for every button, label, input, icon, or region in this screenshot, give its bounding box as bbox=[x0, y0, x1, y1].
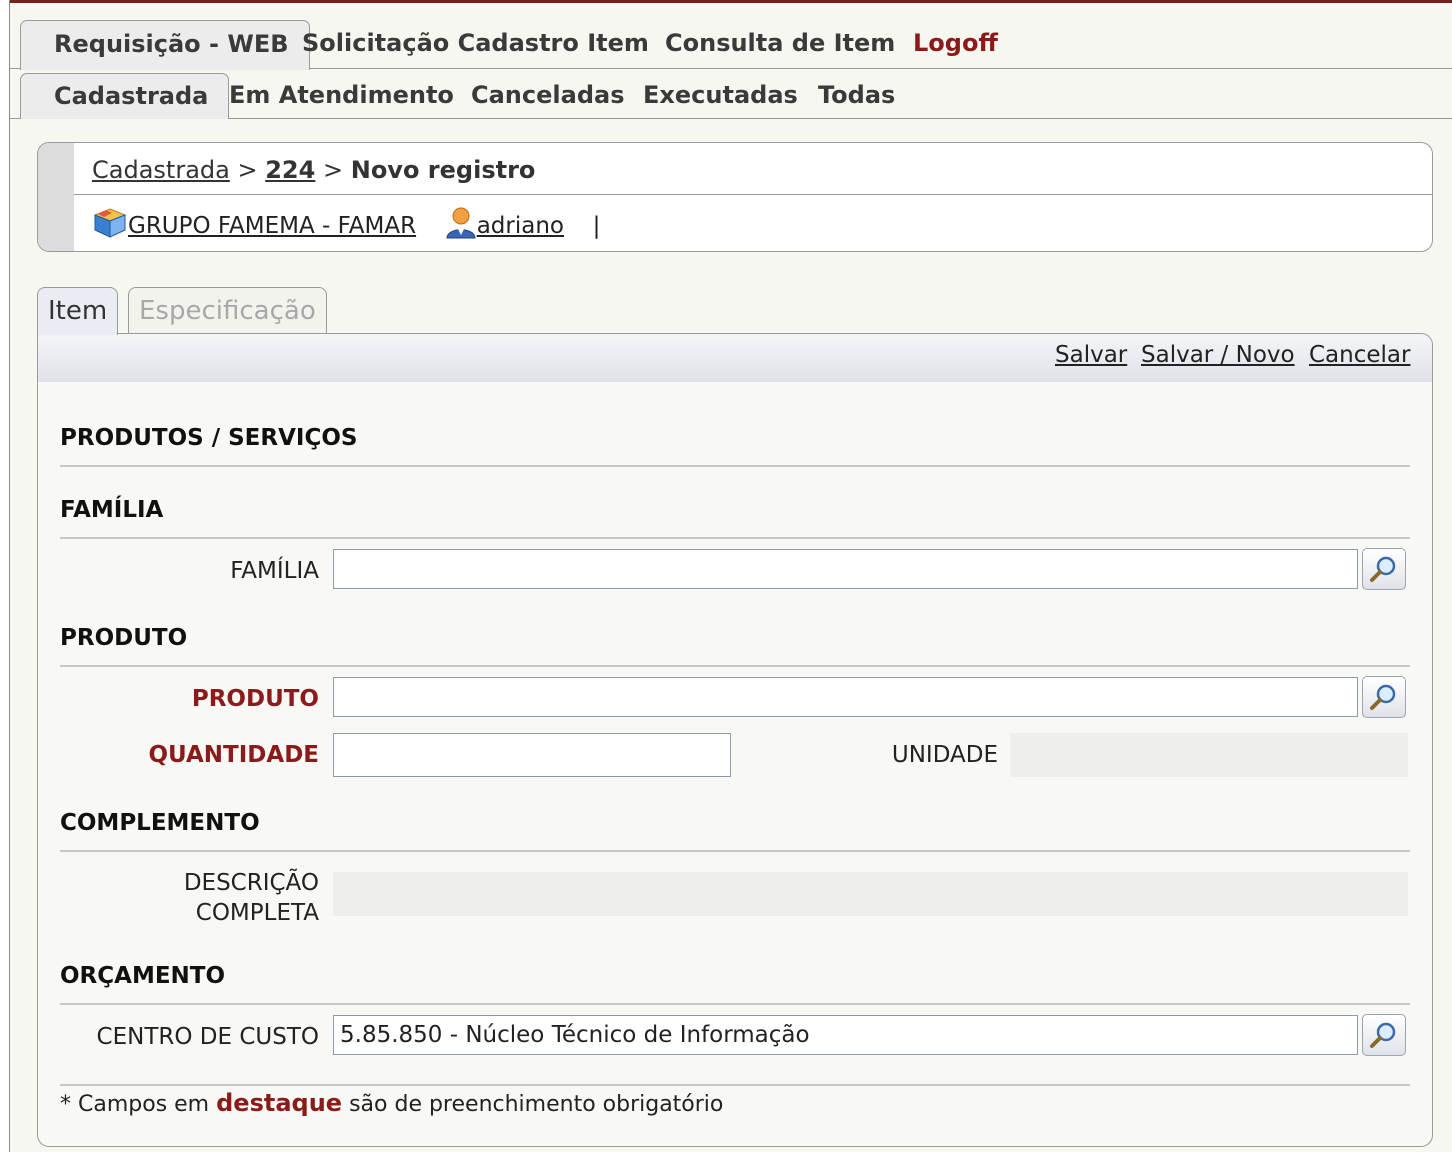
tab-item[interactable]: Item bbox=[37, 287, 119, 335]
section-title: PRODUTOS / SERVIÇOS bbox=[60, 425, 358, 451]
breadcrumb-separator: > bbox=[237, 156, 258, 184]
section-complemento: COMPLEMENTO bbox=[60, 810, 1410, 852]
window-top-border bbox=[0, 0, 1452, 3]
section-produto: PRODUTO bbox=[60, 625, 1410, 667]
window-left-border bbox=[0, 0, 10, 1152]
section-divider bbox=[60, 465, 1410, 467]
section-divider bbox=[60, 665, 1410, 667]
tab-canceladas[interactable]: Canceladas bbox=[471, 73, 624, 117]
section-title: FAMÍLIA bbox=[60, 497, 164, 523]
produto-lookup-button[interactable] bbox=[1362, 676, 1406, 718]
item-form-panel: Salvar Salvar / Novo Cancelar PRODUTOS /… bbox=[37, 333, 1433, 1147]
tab-executadas[interactable]: Executadas bbox=[643, 73, 798, 117]
save-link[interactable]: Salvar bbox=[1055, 342, 1127, 368]
topnav-requisicao-web[interactable]: Requisição - WEB bbox=[20, 20, 310, 70]
section-divider bbox=[60, 537, 1410, 539]
form-toolbar: Salvar Salvar / Novo Cancelar bbox=[38, 334, 1432, 382]
produto-label: PRODUTO bbox=[191, 686, 319, 712]
section-divider bbox=[60, 850, 1410, 852]
breadcrumb-panel-sidebar bbox=[38, 143, 74, 251]
familia-field[interactable] bbox=[333, 549, 1358, 589]
user-icon bbox=[445, 205, 477, 248]
centro-de-custo-field[interactable] bbox=[333, 1015, 1358, 1055]
produto-field[interactable] bbox=[333, 677, 1358, 717]
context-info: GRUPO FAMEMA - FAMAR adriano | bbox=[92, 205, 600, 248]
required-fields-note: * Campos em destaque são de preenchiment… bbox=[60, 1089, 723, 1117]
descricao-completa-value bbox=[333, 872, 1408, 916]
section-produtos-servicos: PRODUTOS / SERVIÇOS bbox=[60, 425, 1410, 467]
footnote-suffix: são de preenchimento obrigatório bbox=[349, 1092, 724, 1117]
save-new-link[interactable]: Salvar / Novo bbox=[1141, 342, 1295, 368]
topnav-consulta-de-item[interactable]: Consulta de Item bbox=[665, 20, 895, 68]
top-navigation: Requisição - WEB Solicitação Cadastro It… bbox=[10, 18, 1452, 70]
status-tabs: Cadastrada Em Atendimento Canceladas Exe… bbox=[10, 70, 1452, 119]
user-link[interactable]: adriano bbox=[477, 213, 564, 239]
separator-pipe: | bbox=[592, 213, 601, 239]
footnote-prefix: * Campos em bbox=[60, 1092, 210, 1117]
breadcrumb-separator: > bbox=[322, 156, 344, 184]
familia-lookup-button[interactable] bbox=[1362, 548, 1406, 590]
section-divider bbox=[60, 1003, 1410, 1005]
tab-cadastrada[interactable]: Cadastrada bbox=[20, 73, 230, 119]
quantidade-label: QUANTIDADE bbox=[148, 742, 319, 768]
familia-label: FAMÍLIA bbox=[230, 558, 319, 584]
breadcrumb-panel: Cadastrada > 224 > Novo registro GRUPO F… bbox=[37, 142, 1433, 252]
section-orcamento: ORÇAMENTO bbox=[60, 963, 1410, 1005]
centro-de-custo-label: CENTRO DE CUSTO bbox=[96, 1024, 319, 1050]
descricao-label-line1: DESCRIÇÃO bbox=[183, 870, 319, 896]
section-title: ORÇAMENTO bbox=[60, 963, 226, 989]
tab-todas[interactable]: Todas bbox=[818, 73, 895, 117]
footnote-highlight: destaque bbox=[216, 1089, 343, 1117]
cancel-link[interactable]: Cancelar bbox=[1309, 342, 1410, 368]
tab-em-atendimento[interactable]: Em Atendimento bbox=[229, 73, 454, 117]
breadcrumb-current: Novo registro bbox=[350, 156, 536, 184]
breadcrumb: Cadastrada > 224 > Novo registro bbox=[92, 153, 535, 187]
unidade-label: UNIDADE bbox=[891, 742, 998, 768]
breadcrumb-link-number[interactable]: 224 bbox=[265, 156, 315, 184]
company-box-icon bbox=[92, 205, 128, 248]
quantidade-field[interactable] bbox=[333, 733, 731, 777]
footnote-divider bbox=[60, 1084, 1410, 1086]
descricao-label-line2: COMPLETA bbox=[195, 900, 319, 926]
section-title: COMPLEMENTO bbox=[60, 810, 260, 836]
topnav-solicitacao-cadastro-item[interactable]: Solicitação Cadastro Item bbox=[302, 20, 649, 68]
unidade-value bbox=[1010, 733, 1408, 777]
breadcrumb-divider bbox=[74, 194, 1432, 195]
breadcrumb-link-cadastrada[interactable]: Cadastrada bbox=[92, 156, 230, 184]
topnav-logoff[interactable]: Logoff bbox=[913, 20, 998, 68]
tab-especificacao[interactable]: Especificação bbox=[128, 287, 327, 334]
centro-de-custo-lookup-button[interactable] bbox=[1362, 1014, 1406, 1056]
company-link[interactable]: GRUPO FAMEMA - FAMAR bbox=[128, 213, 416, 239]
section-familia: FAMÍLIA bbox=[60, 497, 1410, 539]
section-title: PRODUTO bbox=[60, 625, 188, 651]
